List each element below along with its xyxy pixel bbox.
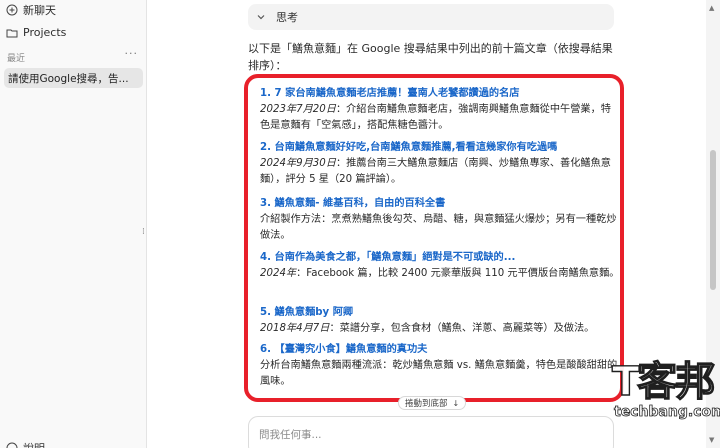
result-description: 介紹製作方法：烹煮熟鱔魚後勾芡、烏醋、糖，與意麵猛火爆炒；另有一種乾炒做法。 — [260, 214, 617, 241]
list-item: 5. 鱔魚意麵by 阿卿 2018年4月7日：菜譜分享，包含食材（鱔魚、洋蔥、高… — [260, 305, 620, 337]
recent-section-label: 最近 — [7, 54, 26, 64]
result-link[interactable]: 6. 【臺灣究小食】鱔魚意麵的真功夫 — [260, 342, 620, 358]
result-description: ：Facebook 篇，比較 2400 元豪華版與 110 元平價版台南鱔魚意麵… — [296, 268, 620, 279]
watermark: T客邦 techbang.com — [611, 359, 720, 446]
input-placeholder: 問我任何事... — [259, 429, 322, 441]
result-link[interactable]: 2. 台南鱔魚意麵好好吃,台南鱔魚意麵推薦,看看這幾家你有吃過嗎 — [260, 140, 620, 156]
new-chat-label: 新聊天 — [23, 4, 56, 17]
result-title: 台南鱔魚意麵好好吃,台南鱔魚意麵推薦,看看這幾家你有吃過嗎 — [274, 142, 558, 153]
result-title: 鱔魚意麵by 阿卿 — [274, 307, 354, 318]
result-description: ：菜譜分享，包含食材（鱔魚、洋蔥、高麗菜等）及做法。 — [329, 323, 595, 334]
result-description: 分析台南鱔魚意麵兩種流派：乾炒鱔魚意麵 vs. 鱔魚意麵羹，特色是酸酸甜甜的風味… — [260, 360, 618, 387]
result-title: 台南作為美食之都，「鱔魚意麵」絕對是不可或缺的... — [274, 252, 516, 263]
scrollbar-thumb[interactable] — [710, 150, 716, 290]
result-link[interactable]: 5. 鱔魚意麵by 阿卿 — [260, 305, 620, 321]
watermark-site: techbang.com — [614, 404, 720, 421]
watermark-logo: T客邦 — [611, 359, 716, 405]
result-date: 2024年9月30日 — [260, 158, 336, 169]
sidebar-chat-item[interactable]: 請使用Google搜尋，告... — [4, 68, 143, 88]
list-item: 3. 鱔魚意麵- 維基百科，自由的百科全書 介紹製作方法：烹煮熟鱔魚後勾芡、烏醋… — [260, 196, 620, 244]
result-date: 2018年4月7日 — [260, 323, 330, 334]
sidebar: 新聊天 Projects 最近 ··· 請使用Google搜尋，告... 說明 — [0, 0, 147, 448]
result-number: 1. — [260, 88, 271, 99]
scroll-to-bottom-button[interactable]: 捲動到底部 ↓ — [398, 396, 467, 410]
new-chat-button[interactable]: 新聊天 — [6, 2, 56, 18]
result-date: 2023年7月20日 — [260, 104, 336, 115]
projects-label: Projects — [23, 26, 67, 39]
result-title: 【臺灣究小食】鱔魚意麵的真功夫 — [274, 344, 428, 355]
scroll-up-icon[interactable]: ▲ — [709, 4, 714, 12]
highlighted-results-box: 1. 7 家台南鱔魚意麵老店推薦！臺南人老饕都讚過的名店 2023年7月20日 ：… — [244, 74, 624, 402]
help-button[interactable]: 說明 — [6, 440, 45, 448]
message-input[interactable]: 問我任何事... — [248, 416, 614, 448]
scroll-to-bottom-label: 捲動到底部 — [405, 399, 448, 409]
result-title: 鱔魚意麵- 維基百科，自由的百科全書 — [274, 198, 446, 209]
arrow-down-icon: ↓ — [452, 398, 460, 408]
help-label: 說明 — [23, 440, 45, 448]
thinking-toggle[interactable]: 思考 — [248, 4, 614, 30]
result-number: 6. — [260, 344, 271, 355]
plus-circle-icon — [6, 4, 18, 16]
list-item: 2. 台南鱔魚意麵好好吃,台南鱔魚意麵推薦,看看這幾家你有吃過嗎 2024年9月… — [260, 140, 620, 188]
result-link[interactable]: 1. 7 家台南鱔魚意麵老店推薦！臺南人老饕都讚過的名店 — [260, 86, 620, 102]
thinking-label: 思考 — [276, 11, 298, 24]
chevron-down-icon — [256, 12, 266, 22]
result-number: 5. — [260, 307, 271, 318]
result-date: 2024年 — [260, 268, 297, 279]
result-link[interactable]: 4. 台南作為美食之都，「鱔魚意麵」絕對是不可或缺的... — [260, 250, 620, 266]
result-number: 2. — [260, 142, 271, 153]
result-link[interactable]: 3. 鱔魚意麵- 維基百科，自由的百科全書 — [260, 196, 620, 212]
response-intro: 以下是「鱔魚意麵」在 Google 搜尋結果中列出的前十篇文章（依搜尋結果排序）… — [248, 42, 613, 72]
help-icon — [6, 442, 18, 448]
result-number: 4. — [260, 252, 271, 263]
projects-button[interactable]: Projects — [6, 26, 66, 39]
list-item: 6. 【臺灣究小食】鱔魚意麵的真功夫 分析台南鱔魚意麵兩種流派：乾炒鱔魚意麵 v… — [260, 342, 620, 390]
result-title: 7 家台南鱔魚意麵老店推薦！臺南人老饕都讚過的名店 — [274, 88, 520, 99]
folder-icon — [6, 27, 18, 39]
list-item: 4. 台南作為美食之都，「鱔魚意麵」絕對是不可或缺的... 2024年：Face… — [260, 250, 620, 282]
result-number: 3. — [260, 198, 271, 209]
sidebar-resize-handle[interactable]: ⁞ — [142, 227, 145, 237]
list-item: 1. 7 家台南鱔魚意麵老店推薦！臺南人老饕都讚過的名店 2023年7月20日：… — [260, 86, 620, 134]
more-options-button[interactable]: ··· — [125, 47, 139, 60]
